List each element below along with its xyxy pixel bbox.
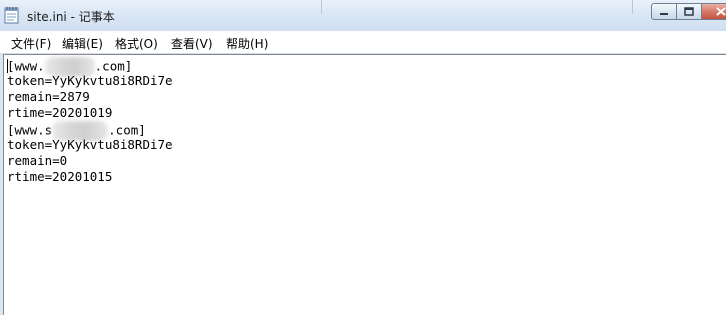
text-line: rtime=20201015 — [7, 169, 113, 184]
text-line: token=YyKykvtu8i8RDi7e — [7, 73, 173, 88]
close-icon — [716, 3, 726, 21]
maximize-icon — [684, 3, 694, 21]
menu-format[interactable]: 格式(O) — [115, 35, 158, 52]
window-controls — [651, 3, 726, 22]
close-button[interactable] — [702, 3, 726, 20]
notepad-window: site.ini - 记事本 文件(F) 编辑(E) 格式(O) 查看(V) 帮… — [0, 0, 726, 315]
menu-help[interactable]: 帮助(H) — [226, 35, 268, 52]
menu-view[interactable]: 查看(V) — [171, 35, 213, 52]
text-line: remain=0 — [7, 153, 68, 168]
text-line-suffix: .com] — [94, 58, 133, 74]
menu-file[interactable]: 文件(F) — [11, 35, 51, 52]
title-separator — [632, 0, 633, 14]
text-editor[interactable]: [www. .com] token=YyKykvtu8i8RDi7e remain… — [3, 54, 726, 315]
maximize-button[interactable] — [677, 3, 703, 21]
window-title: site.ini - 记事本 — [27, 10, 115, 24]
menu-edit[interactable]: 编辑(E) — [62, 35, 103, 52]
menu-bar: 文件(F) 编辑(E) 格式(O) 查看(V) 帮助(H) — [0, 31, 726, 54]
text-line-prefix: [www.s — [7, 122, 53, 138]
text-line-suffix: .com] — [108, 122, 146, 138]
minimize-icon — [659, 3, 669, 21]
text-line: rtime=20201019 — [7, 105, 113, 120]
text-line: remain=2879 — [7, 89, 90, 104]
title-separator — [321, 0, 322, 14]
title-bar[interactable]: site.ini - 记事本 — [0, 0, 726, 31]
text-line: token=YyKykvtu8i8RDi7e — [7, 137, 173, 152]
minimize-button[interactable] — [651, 3, 678, 21]
text-line-prefix: [www. — [7, 58, 45, 74]
notepad-icon — [4, 6, 20, 24]
